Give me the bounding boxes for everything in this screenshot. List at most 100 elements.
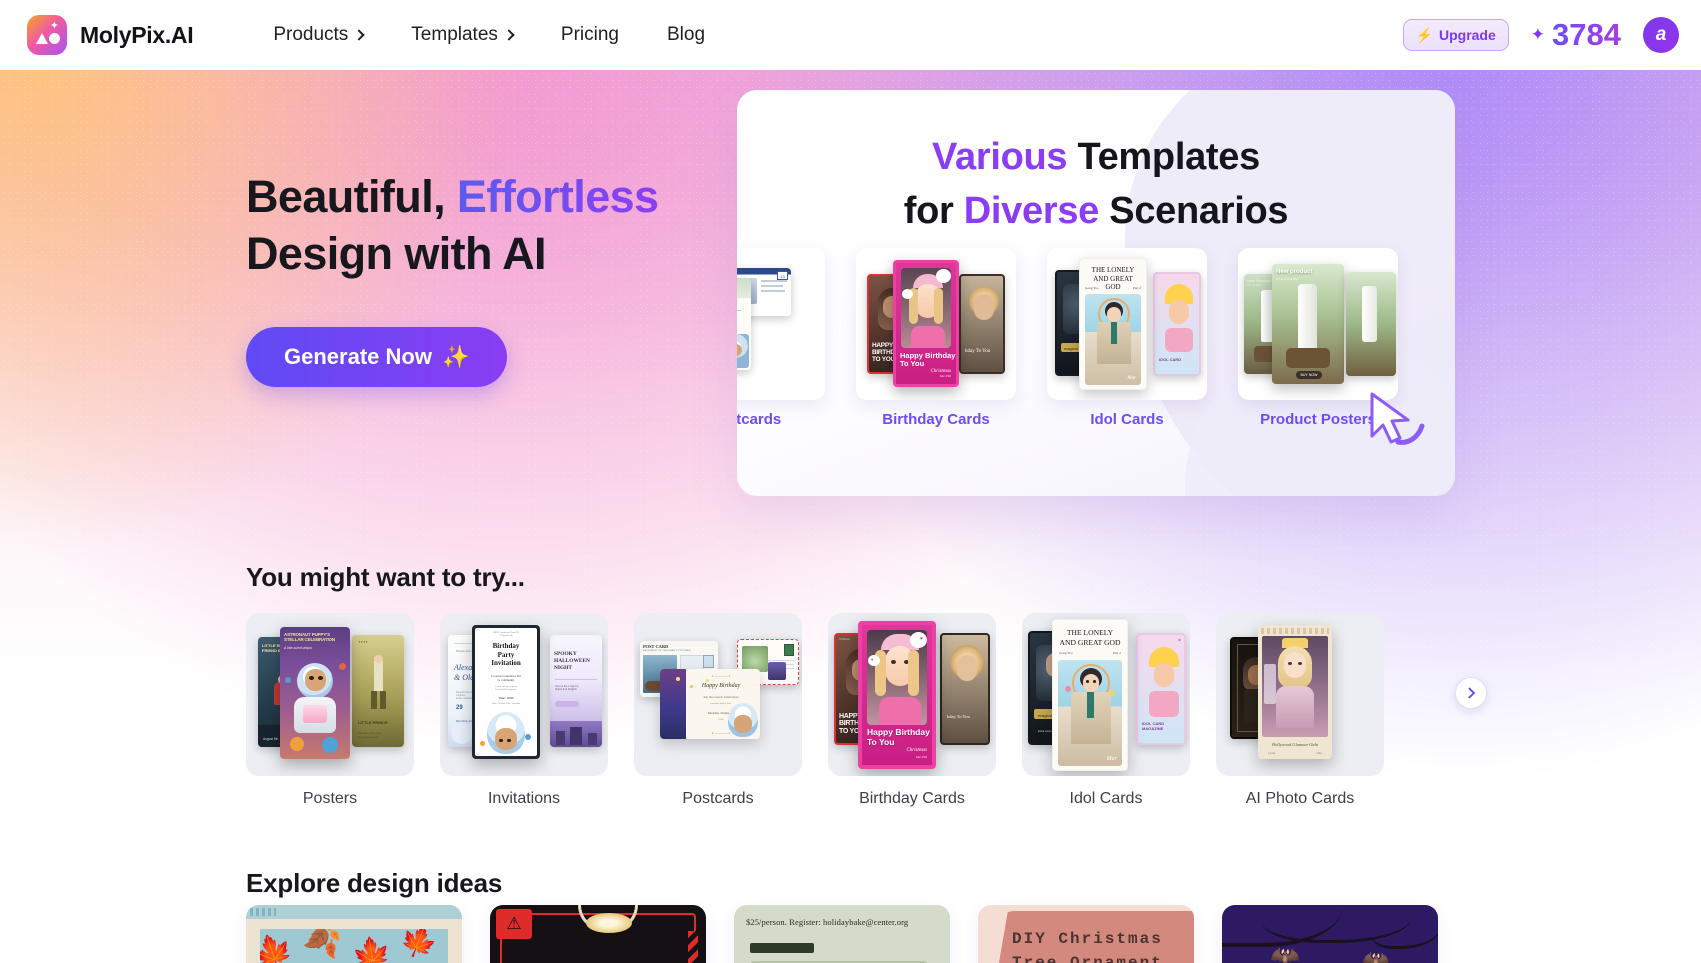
hero-tile-label: Birthday Cards — [882, 411, 990, 428]
birthday-cards-art: HAPPY BIRTHDAY TO YOU hday To You Happy … — [856, 248, 1016, 400]
molypix-logo-icon: ✦ — [27, 15, 67, 55]
mini-card: THE LONELYAND GREAT GOD Gong Yoo Part 2 — [1052, 619, 1128, 771]
try-card-idol-cards[interactable]: magical Extra scene ID IDOL CARD MAGAZINE… — [1022, 613, 1190, 808]
chevron-right-icon — [503, 29, 515, 41]
mini-card: Happy Birthday Join the Cosmic Celebrati… — [737, 278, 751, 370]
try-card-row: LITTLE RED RIDINGFRIEND IN THE WOODS Aug… — [246, 613, 1384, 808]
hero-templates-card: Various Templates for Diverse Scenarios … — [737, 90, 1455, 496]
explore-card-diy-christmas-ornament[interactable]: DIY Christmas Tree Ornament — [978, 905, 1194, 963]
mini-card: Hollywood Glamour Gala Cycles Time — [1258, 625, 1332, 759]
logo-triangle-shape — [36, 33, 48, 44]
mini-card — [1346, 272, 1396, 376]
try-card-label: AI Photo Cards — [1245, 790, 1355, 807]
mini-card: IDOL CARD — [1153, 272, 1201, 376]
nav-label-products: Products — [273, 24, 349, 45]
try-card-birthday-cards[interactable]: Christmas HAPPY BIRTHDAY TO YOU hday To Yo… — [828, 613, 996, 808]
logo-circle-shape — [49, 33, 60, 44]
nav-item-products[interactable]: Products — [249, 16, 387, 54]
try-card-invitations[interactable]: Please join us Alexa& Ole Request the pl… — [440, 613, 608, 808]
brand-logo-link[interactable]: ✦ MolyPix.AI — [27, 15, 194, 55]
try-card-ai-photo-cards[interactable]: Hollywood Glamour Gala Cycles Time AI Ph… — [1216, 613, 1384, 808]
mini-card: hday To You — [959, 274, 1005, 374]
hero-tile-thumb: New Product 50% off today New product Li… — [1238, 248, 1398, 400]
hero-card-title-pre-2: for — [903, 190, 964, 232]
hero-card-title: Various Templates for Diverse Scenarios — [737, 130, 1455, 238]
try-card-label: Postcards — [682, 790, 754, 807]
mini-card: ✦✦✦✦ LITTLE PRINCE The little prince sto… — [352, 635, 404, 747]
upgrade-button[interactable]: ⚡ Upgrade — [1402, 19, 1509, 51]
try-card-thumb: Hollywood Glamour Gala Cycles Time — [1216, 613, 1384, 776]
explore-card-halloween-bats-poster[interactable]: 🦇 🦇 🦇 — [1222, 905, 1438, 963]
explore-card-dark-red-tech-poster[interactable]: ⚠ — [490, 905, 706, 963]
hero-tile-postcards[interactable]: 13 Happy Birthday Join the Cosmic Celebr… — [737, 248, 825, 428]
credits-display[interactable]: ✦ 3784 — [1531, 17, 1621, 53]
hero-card-title-plain-1: Templates — [1067, 136, 1260, 178]
carousel-next-button[interactable] — [1455, 677, 1487, 709]
mouse-pointer-icon — [1370, 392, 1428, 461]
explore-card-autumn-leaves-banner[interactable]: 🍁 🍂 🍁 🍁 — [246, 905, 462, 963]
postcards-art: 13 Happy Birthday Join the Cosmic Celebr… — [737, 248, 825, 400]
chevron-right-icon — [1463, 687, 1476, 699]
credits-amount: 3784 — [1552, 17, 1621, 52]
chevron-right-icon — [353, 29, 365, 41]
generate-now-button[interactable]: Generate Now ✨ — [246, 327, 508, 387]
avatar-letter: a — [1655, 24, 1667, 45]
hero-title-plain: Beautiful, — [246, 171, 457, 222]
hero-tile-thumb: 13 Happy Birthday Join the Cosmic Celebr… — [737, 248, 825, 400]
try-card-label: Posters — [302, 790, 358, 807]
try-card-thumb: LITTLE RED RIDINGFRIEND IN THE WOODS Aug… — [246, 613, 414, 776]
mini-card: ASTRONAUT PUPPY'S STELLAR CELEBRATION A b… — [280, 627, 350, 759]
nav-item-blog[interactable]: Blog — [643, 16, 729, 54]
brand-name: MolyPix.AI — [80, 21, 194, 48]
hero-tile-label: Postcards — [737, 411, 782, 428]
hero-template-carousel[interactable]: 13 Happy Birthday Join the Cosmic Celebr… — [737, 248, 1455, 458]
mini-card: SPOOKY HALLOWEEN NIGHT Join us for a night… — [550, 635, 602, 747]
mini-card: ✦ ─────── ✦ Happy Birthday Join the Cosm… — [660, 669, 760, 739]
hero-title-accent: Effortless — [456, 171, 659, 222]
mini-card: Happy Birthday To You Christmas Dec 25th — [893, 260, 959, 387]
hero-tile-birthday-cards[interactable]: HAPPY BIRTHDAY TO YOU hday To You Happy … — [856, 248, 1016, 428]
mini-card: New product Limited time offer BUY NOW — [1272, 264, 1344, 384]
mini-card: THE LONELY AND GREAT GOD Gong Yoo Part 2 … — [1079, 258, 1147, 390]
try-card-postcards[interactable]: POST CARD FACSIMILE OF ORIGINAL POSTCARD — [634, 613, 802, 808]
page-root: ✦ MolyPix.AI Products Templates Pricing … — [0, 0, 1701, 963]
hero-card-title-accent-2: Diverse — [963, 190, 1100, 232]
postcards-art: POST CARD FACSIMILE OF ORIGINAL POSTCARD — [634, 613, 802, 776]
main-nav: Products Templates Pricing Blog — [249, 16, 729, 54]
nav-label-blog: Blog — [666, 24, 706, 45]
avatar[interactable]: a — [1643, 17, 1679, 53]
try-card-thumb: Please join us Alexa& Ole Request the pl… — [440, 613, 608, 776]
nav-label-pricing: Pricing — [560, 24, 619, 45]
explore-section-heading: Explore design ideas — [246, 868, 503, 898]
hero-title-line2: Design with AI — [246, 228, 547, 279]
nav-item-pricing[interactable]: Pricing — [537, 16, 643, 54]
hero-card-title-post-2: Scenarios — [1099, 190, 1289, 232]
mini-card: ID IDOL CARD MAGAZINE — [1136, 633, 1186, 745]
idol-cards-art: magical Extra scene ID IDOL CARD MAGAZINE… — [1022, 613, 1190, 776]
try-card-thumb: Christmas HAPPY BIRTHDAY TO YOU hday To Yo… — [828, 613, 996, 776]
mini-card: ♥ ♥ Happy Birthday To You Christmas Dec 25… — [858, 621, 936, 769]
nav-item-templates[interactable]: Templates — [387, 16, 537, 54]
explore-card-holiday-bake-flyer[interactable]: $25/person. Register: holidaybake@center… — [734, 905, 950, 963]
generate-now-label: Generate Now — [284, 344, 432, 369]
nav-label-templates: Templates — [411, 24, 498, 45]
explore-card-text: DIY Christmas Tree Ornament — [1012, 930, 1163, 963]
lightning-bolt-icon: ⚡ — [1415, 27, 1433, 43]
hero-tile-idol-cards[interactable]: magical IDOL CARD THE LONELY AND GREAT GO… — [1047, 248, 1207, 428]
explore-card-text: $25/person. Register: holidaybake@center… — [746, 917, 909, 927]
try-section-heading: You might want to try... — [246, 562, 525, 592]
hero-copy: Beautiful, Effortless Design with AI Gen… — [246, 168, 716, 387]
sparkles-icon: ✨ — [441, 344, 470, 369]
sparkle-icon: ✦ — [1530, 25, 1546, 44]
hero-card-title-accent-1: Various — [932, 136, 1068, 178]
try-card-thumb: POST CARD FACSIMILE OF ORIGINAL POSTCARD — [634, 613, 802, 776]
try-card-label: Invitations — [487, 790, 561, 807]
invitations-art: Please join us Alexa& Ole Request the pl… — [440, 613, 608, 776]
try-card-posters[interactable]: LITTLE RED RIDINGFRIEND IN THE WOODS Aug… — [246, 613, 414, 808]
explore-card-row: 🍁 🍂 🍁 🍁 ⚠ $25/person. Register: holidayb… — [246, 905, 1438, 963]
birthday-cards-art: Christmas HAPPY BIRTHDAY TO YOU hday To Yo… — [828, 613, 996, 776]
try-card-label: Idol Cards — [1069, 790, 1143, 807]
hero-tile-label: Idol Cards — [1090, 411, 1164, 428]
posters-art: LITTLE RED RIDINGFRIEND IN THE WOODS Aug… — [246, 613, 414, 776]
product-posters-art: New Product 50% off today New product Li… — [1238, 248, 1398, 400]
